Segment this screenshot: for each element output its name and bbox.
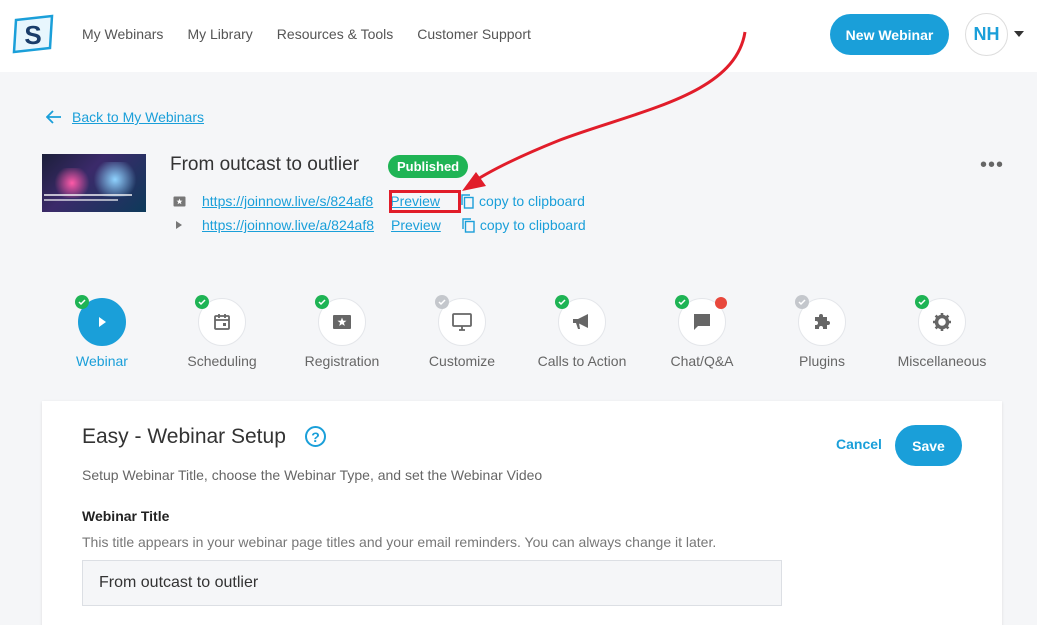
webinar-title-input[interactable]: [82, 560, 782, 606]
monitor-icon: [452, 313, 472, 331]
webinar-title-label: Webinar Title: [82, 508, 170, 524]
step-label: Webinar: [76, 353, 128, 369]
check-icon: [555, 295, 569, 309]
link-row-attendee: https://joinnow.live/a/824af8 Preview co…: [172, 217, 586, 233]
nav-my-library[interactable]: My Library: [187, 26, 252, 42]
step-registration[interactable]: Registration: [282, 295, 402, 369]
megaphone-icon: [573, 314, 588, 329]
step-calls-to-action[interactable]: Calls to Action: [522, 295, 642, 369]
more-options-icon[interactable]: •••: [980, 155, 1004, 175]
webinar-title-help: This title appears in your webinar page …: [82, 534, 717, 550]
copy-registration-link[interactable]: copy to clipboard: [461, 193, 585, 209]
ticket-icon: [172, 194, 186, 208]
calendar-icon: [214, 314, 230, 330]
card-subtitle: Setup Webinar Title, choose the Webinar …: [82, 467, 543, 483]
main-nav: My Webinars My Library Resources & Tools…: [82, 26, 531, 42]
gear-icon: [933, 313, 951, 331]
help-icon[interactable]: ?: [305, 426, 326, 447]
back-link[interactable]: Back to My Webinars: [46, 109, 204, 125]
caret-down-icon[interactable]: [1014, 31, 1024, 37]
copy-label: copy to clipboard: [479, 193, 585, 209]
check-icon: [915, 295, 929, 309]
svg-text:S: S: [24, 20, 41, 50]
link-row-registration: https://joinnow.live/s/824af8 Preview co…: [172, 193, 585, 209]
copy-icon: [461, 193, 474, 209]
notification-dot: [715, 297, 727, 309]
check-icon: [795, 295, 809, 309]
puzzle-icon: [815, 314, 830, 329]
top-navigation-bar: S My Webinars My Library Resources & Too…: [0, 0, 1037, 72]
webinar-thumbnail: [42, 154, 146, 212]
step-label: Chat/Q&A: [670, 353, 734, 369]
ticket-star-icon: [333, 315, 351, 329]
avatar[interactable]: NH: [965, 13, 1008, 56]
attendee-url-link[interactable]: https://joinnow.live/a/824af8: [202, 217, 374, 233]
card-title: Easy - Webinar Setup: [82, 425, 286, 448]
step-label: Plugins: [799, 353, 845, 369]
step-scheduling[interactable]: Scheduling: [162, 295, 282, 369]
check-icon: [315, 295, 329, 309]
preview-attendee-link[interactable]: Preview: [390, 217, 442, 233]
step-label: Customize: [428, 353, 496, 369]
arrow-left-icon: [46, 110, 61, 124]
play-icon: [99, 317, 106, 327]
nav-customer-support[interactable]: Customer Support: [417, 26, 531, 42]
step-miscellaneous[interactable]: Miscellaneous: [882, 295, 1002, 369]
check-icon: [675, 295, 689, 309]
copy-icon: [462, 217, 475, 233]
check-icon: [195, 295, 209, 309]
webinar-setup-card: Easy - Webinar Setup ? Setup Webinar Tit…: [42, 401, 1002, 625]
webinar-title: From outcast to outlier: [170, 154, 360, 175]
step-chat-qa[interactable]: Chat/Q&A: [642, 295, 762, 369]
nav-my-webinars[interactable]: My Webinars: [82, 26, 163, 42]
preview-highlight-box: [389, 190, 461, 213]
step-label: Registration: [304, 353, 380, 369]
save-button[interactable]: Save: [895, 425, 962, 466]
status-badge: Published: [388, 155, 469, 178]
new-webinar-button[interactable]: New Webinar: [830, 14, 949, 55]
registration-url-link[interactable]: https://joinnow.live/s/824af8: [202, 193, 373, 209]
back-link-label: Back to My Webinars: [72, 109, 205, 125]
step-customize[interactable]: Customize: [402, 295, 522, 369]
step-label: Scheduling: [187, 353, 257, 369]
step-webinar[interactable]: Webinar: [42, 295, 162, 369]
check-icon: [435, 295, 449, 309]
check-icon: [75, 295, 89, 309]
step-label: Calls to Action: [537, 353, 627, 369]
nav-resources-tools[interactable]: Resources & Tools: [277, 26, 393, 42]
step-plugins[interactable]: Plugins: [762, 295, 882, 369]
chat-icon: [694, 314, 710, 330]
app-logo-icon[interactable]: S: [12, 14, 58, 54]
play-icon: [172, 218, 186, 232]
cancel-button[interactable]: Cancel: [836, 436, 882, 452]
copy-label: copy to clipboard: [479, 217, 586, 233]
copy-attendee-link[interactable]: copy to clipboard: [462, 217, 586, 233]
step-label: Miscellaneous: [897, 353, 987, 369]
